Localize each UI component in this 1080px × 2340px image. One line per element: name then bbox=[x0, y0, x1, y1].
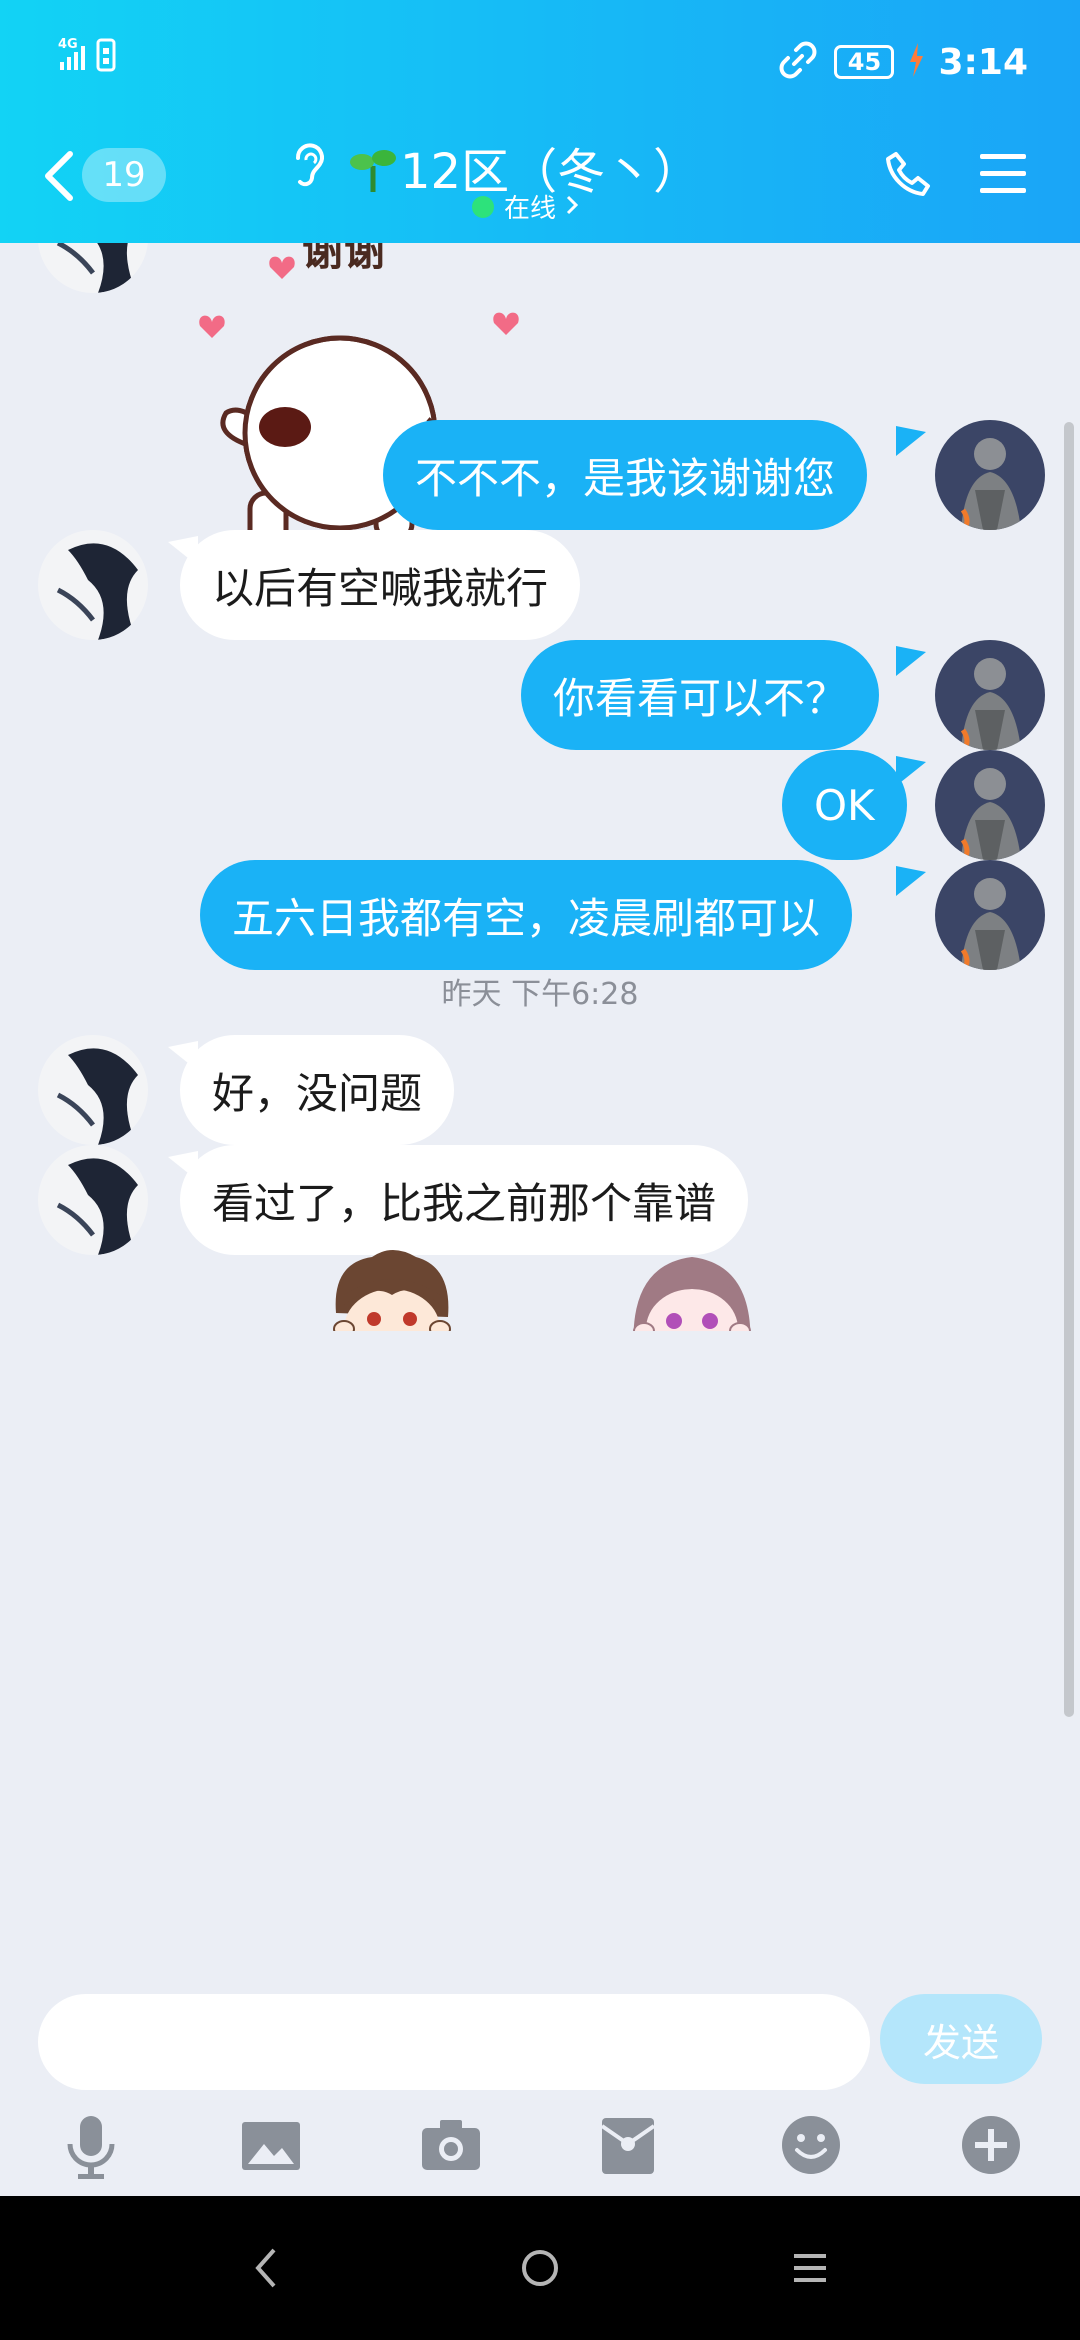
online-status[interactable]: 在线 bbox=[472, 188, 579, 225]
bubble-tail bbox=[896, 866, 926, 896]
link-icon bbox=[776, 38, 820, 86]
back-button[interactable] bbox=[38, 150, 78, 206]
message-text: OK bbox=[814, 780, 875, 830]
avatar[interactable] bbox=[38, 243, 148, 293]
message-bubble[interactable]: OK bbox=[782, 750, 907, 860]
scrollbar[interactable] bbox=[1064, 422, 1074, 1717]
online-dot bbox=[472, 195, 494, 218]
clock: 3:14 bbox=[938, 41, 1028, 83]
nav-recents-icon[interactable] bbox=[792, 2252, 828, 2288]
chat-header: 4G 45 3:14 19 12区（冬丶） 在线 bbox=[0, 0, 1080, 243]
message-bubble[interactable]: 五六日我都有空，凌晨刷都可以 bbox=[200, 860, 853, 970]
nav-home-icon[interactable] bbox=[520, 2248, 560, 2292]
microphone-icon[interactable] bbox=[64, 2114, 118, 2184]
avatar[interactable] bbox=[38, 530, 148, 640]
camera-icon[interactable] bbox=[420, 2114, 482, 2180]
peeking-boy-character bbox=[322, 1243, 462, 1331]
message-text: 你看看可以不？ bbox=[553, 673, 848, 723]
message-text: 五六日我都有空，凌晨刷都可以 bbox=[232, 893, 821, 943]
message-bubble[interactable]: 不不不，是我该谢谢您 bbox=[383, 420, 868, 530]
message-text: 好，没问题 bbox=[212, 1068, 423, 1118]
message-bubble[interactable]: 你看看可以不？ bbox=[521, 640, 880, 750]
signal-icon: 4G bbox=[58, 36, 148, 80]
plus-icon[interactable] bbox=[960, 2114, 1022, 2180]
online-label: 在线 bbox=[504, 194, 557, 224]
phone-icon[interactable] bbox=[882, 150, 932, 204]
peeking-girl-character bbox=[622, 1243, 762, 1331]
menu-icon[interactable] bbox=[978, 152, 1028, 200]
timestamp: 昨天 下午6:28 bbox=[441, 977, 639, 1012]
system-navigation-bar bbox=[0, 2196, 1080, 2340]
sprout-icon bbox=[350, 144, 396, 198]
message-bubble[interactable]: 以后有空喊我就行 bbox=[180, 530, 581, 640]
earpiece-mode-icon[interactable] bbox=[290, 140, 326, 194]
red-packet-icon[interactable] bbox=[600, 2114, 656, 2180]
avatar[interactable] bbox=[38, 1035, 148, 1145]
image-icon[interactable] bbox=[240, 2114, 302, 2180]
bubble-tail bbox=[896, 756, 926, 786]
avatar[interactable] bbox=[38, 1145, 148, 1255]
my-avatar[interactable] bbox=[935, 420, 1045, 530]
chat-area[interactable]: 谢谢 不不不，是我该谢谢您 以后有空喊我就行 你看看可以不？ OK 五六日我都有… bbox=[0, 243, 1080, 1988]
battery-indicator: 45 bbox=[834, 45, 895, 79]
send-button[interactable]: 发送 bbox=[880, 1994, 1042, 2084]
message-text: 以后有空喊我就行 bbox=[212, 563, 549, 613]
input-toolbar bbox=[0, 2108, 1080, 2196]
sticker-caption: 谢谢 bbox=[302, 243, 386, 275]
message-text: 看过了，比我之前那个靠谱 bbox=[212, 1178, 717, 1228]
chevron-right-icon bbox=[566, 192, 579, 222]
message-text: 不不不，是我该谢谢您 bbox=[415, 453, 836, 503]
unread-count-badge[interactable]: 19 bbox=[82, 148, 166, 202]
message-bubble[interactable]: 看过了，比我之前那个靠谱 bbox=[180, 1145, 749, 1255]
message-bubble[interactable]: 好，没问题 bbox=[180, 1035, 455, 1145]
status-bar: 4G 45 3:14 bbox=[0, 20, 1080, 90]
my-avatar[interactable] bbox=[935, 860, 1045, 970]
charging-icon bbox=[908, 43, 924, 81]
svg-text:4G: 4G bbox=[58, 37, 78, 52]
emoji-icon[interactable] bbox=[780, 2114, 842, 2180]
my-avatar[interactable] bbox=[935, 750, 1045, 860]
nav-back-icon[interactable] bbox=[252, 2246, 282, 2294]
bubble-tail bbox=[896, 426, 926, 456]
my-avatar[interactable] bbox=[935, 640, 1045, 750]
message-input[interactable] bbox=[38, 1994, 870, 2090]
nav-bar: 19 12区（冬丶） 在线 bbox=[0, 130, 1080, 230]
input-bar: 发送 bbox=[0, 1988, 1080, 2108]
bubble-tail bbox=[896, 646, 926, 676]
